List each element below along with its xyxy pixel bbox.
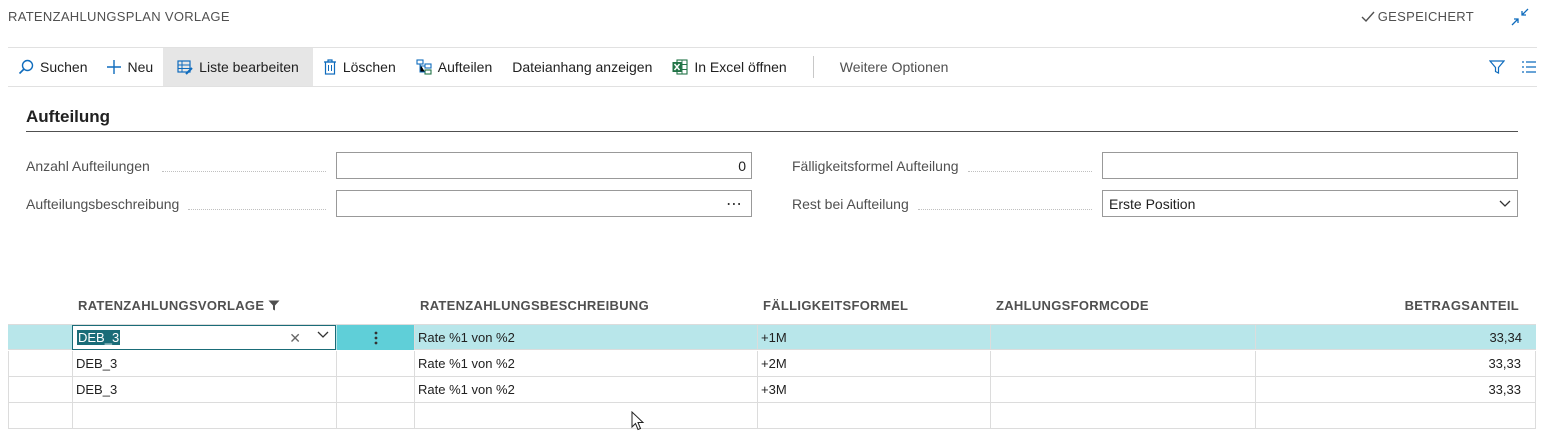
leader-dots bbox=[162, 170, 326, 172]
chevron-down-icon bbox=[1499, 200, 1511, 207]
saved-status-label: GESPEICHERT bbox=[1377, 9, 1474, 24]
table-cell[interactable]: 33,33 bbox=[1255, 377, 1536, 402]
split-remainder-label: Rest bei Aufteilung bbox=[792, 196, 909, 212]
filter-button[interactable] bbox=[1489, 59, 1505, 75]
delete-button-label: Löschen bbox=[342, 59, 396, 75]
search-button[interactable]: Suchen bbox=[8, 48, 97, 86]
template-edit-value: DEB_3 bbox=[77, 330, 121, 345]
table-cell[interactable] bbox=[336, 403, 414, 428]
search-icon bbox=[18, 59, 34, 75]
table-cell[interactable]: 33,33 bbox=[1255, 351, 1536, 376]
column-header-template-label: RATENZAHLUNGSVORLAGE bbox=[78, 298, 265, 313]
leader-dots bbox=[968, 170, 1092, 172]
chevron-down-icon[interactable] bbox=[317, 331, 329, 339]
table-cell[interactable] bbox=[336, 377, 414, 402]
more-options-button-label: Weitere Optionen bbox=[839, 59, 949, 75]
split-remainder-value: Erste Position bbox=[1109, 195, 1196, 212]
open-in-excel-button-label: In Excel öffnen bbox=[694, 59, 787, 75]
table-cell[interactable] bbox=[336, 351, 414, 376]
table-cell[interactable] bbox=[8, 351, 72, 376]
column-header-due-formula[interactable]: FÄLLIGKEITSFORMEL bbox=[763, 298, 908, 313]
table-cell[interactable] bbox=[990, 325, 1255, 349]
plus-icon bbox=[107, 60, 122, 74]
table-cell[interactable]: DEB_3 bbox=[72, 377, 336, 402]
table-cell[interactable] bbox=[757, 403, 990, 428]
leader-dots bbox=[188, 208, 326, 210]
excel-icon bbox=[672, 59, 688, 75]
table-cell[interactable] bbox=[990, 351, 1255, 376]
column-header-template[interactable]: RATENZAHLUNGSVORLAGE bbox=[78, 298, 280, 313]
table-row[interactable]: DEB_3 Rate %1 von %2 +3M 33,33 bbox=[8, 377, 1536, 403]
split-count-value: 0 bbox=[738, 157, 746, 174]
table-cell[interactable] bbox=[990, 403, 1255, 428]
table-row[interactable]: DEB_3 ✕ Rate %1 von %2 +1M 33,34 bbox=[8, 324, 1536, 350]
table-row[interactable] bbox=[8, 403, 1536, 429]
table-cell[interactable] bbox=[1255, 403, 1536, 428]
checkmark-icon bbox=[1361, 11, 1375, 22]
toolbar-separator bbox=[812, 56, 814, 78]
template-edit-field[interactable]: DEB_3 ✕ bbox=[72, 325, 336, 350]
saved-status: GESPEICHERT bbox=[1361, 9, 1474, 24]
table-cell[interactable]: Rate %1 von %2 bbox=[414, 377, 757, 402]
table-cell[interactable] bbox=[8, 403, 72, 428]
edit-list-icon bbox=[177, 59, 193, 75]
new-button[interactable]: Neu bbox=[97, 48, 163, 86]
leader-dots bbox=[918, 208, 1092, 210]
split-icon bbox=[416, 59, 432, 75]
column-header-description[interactable]: RATENZAHLUNGSBESCHREIBUNG bbox=[420, 298, 649, 313]
split-count-label: Anzahl Aufteilungen bbox=[26, 158, 150, 174]
column-header-payment-code[interactable]: ZAHLUNGSFORMCODE bbox=[996, 298, 1149, 313]
collapse-button[interactable] bbox=[1511, 8, 1529, 26]
more-options-button[interactable]: Weitere Optionen bbox=[830, 48, 959, 86]
split-remainder-select[interactable]: Erste Position bbox=[1102, 190, 1518, 217]
row-actions-button[interactable] bbox=[337, 325, 414, 350]
table-cell[interactable]: +2M bbox=[757, 351, 990, 376]
collapse-arrows-icon bbox=[1511, 8, 1529, 26]
split-description-label: Aufteilungsbeschreibung bbox=[26, 196, 180, 212]
table-cell[interactable] bbox=[990, 377, 1255, 402]
table-cell[interactable]: +1M bbox=[757, 325, 990, 349]
section-divider bbox=[26, 131, 1518, 132]
table-cell[interactable] bbox=[72, 403, 336, 428]
show-attachment-button-label: Dateianhang anzeigen bbox=[512, 59, 653, 75]
split-description-input[interactable]: ⋯ bbox=[336, 190, 752, 217]
table-cell[interactable] bbox=[8, 377, 72, 402]
split-button-label: Aufteilen bbox=[437, 59, 493, 75]
edit-list-button[interactable]: Liste bearbeiten bbox=[163, 48, 313, 86]
list-view-button[interactable] bbox=[1521, 60, 1537, 74]
lookup-dots-icon[interactable]: ⋯ bbox=[726, 194, 745, 214]
show-attachment-button[interactable]: Dateianhang anzeigen bbox=[502, 48, 662, 86]
list-icon bbox=[1522, 61, 1536, 73]
vertical-dots-icon bbox=[374, 331, 377, 344]
split-due-formula-label: Fälligkeitsformel Aufteilung bbox=[792, 158, 959, 174]
table-cell[interactable] bbox=[414, 403, 757, 428]
table-cell[interactable]: DEB_3 bbox=[72, 351, 336, 376]
table-cell[interactable]: 33,34 bbox=[1255, 325, 1536, 349]
page-title: RATENZAHLUNGSPLAN VORLAGE bbox=[8, 9, 230, 24]
edit-list-button-label: Liste bearbeiten bbox=[199, 59, 299, 75]
new-button-label: Neu bbox=[127, 59, 154, 75]
table-cell[interactable]: +3M bbox=[757, 377, 990, 402]
table-row[interactable]: DEB_3 Rate %1 von %2 +2M 33,33 bbox=[8, 351, 1536, 377]
search-button-label: Suchen bbox=[40, 59, 88, 75]
split-count-input[interactable]: 0 bbox=[336, 152, 752, 179]
action-bar: Suchen Neu Liste bearbeiten Löschen Auft… bbox=[8, 48, 1537, 87]
split-button[interactable]: Aufteilen bbox=[406, 48, 502, 86]
mouse-cursor-icon bbox=[631, 411, 645, 431]
table-cell[interactable]: Rate %1 von %2 bbox=[414, 351, 757, 376]
filter-icon bbox=[268, 300, 280, 311]
trash-icon bbox=[323, 59, 337, 75]
section-title: Aufteilung bbox=[26, 107, 111, 126]
filter-icon bbox=[1489, 60, 1505, 74]
open-in-excel-button[interactable]: In Excel öffnen bbox=[662, 48, 796, 86]
column-header-amount-share[interactable]: BETRAGSANTEIL bbox=[1405, 298, 1519, 313]
clear-icon[interactable]: ✕ bbox=[289, 330, 301, 347]
split-due-formula-input[interactable] bbox=[1102, 152, 1518, 179]
delete-button[interactable]: Löschen bbox=[313, 48, 406, 86]
